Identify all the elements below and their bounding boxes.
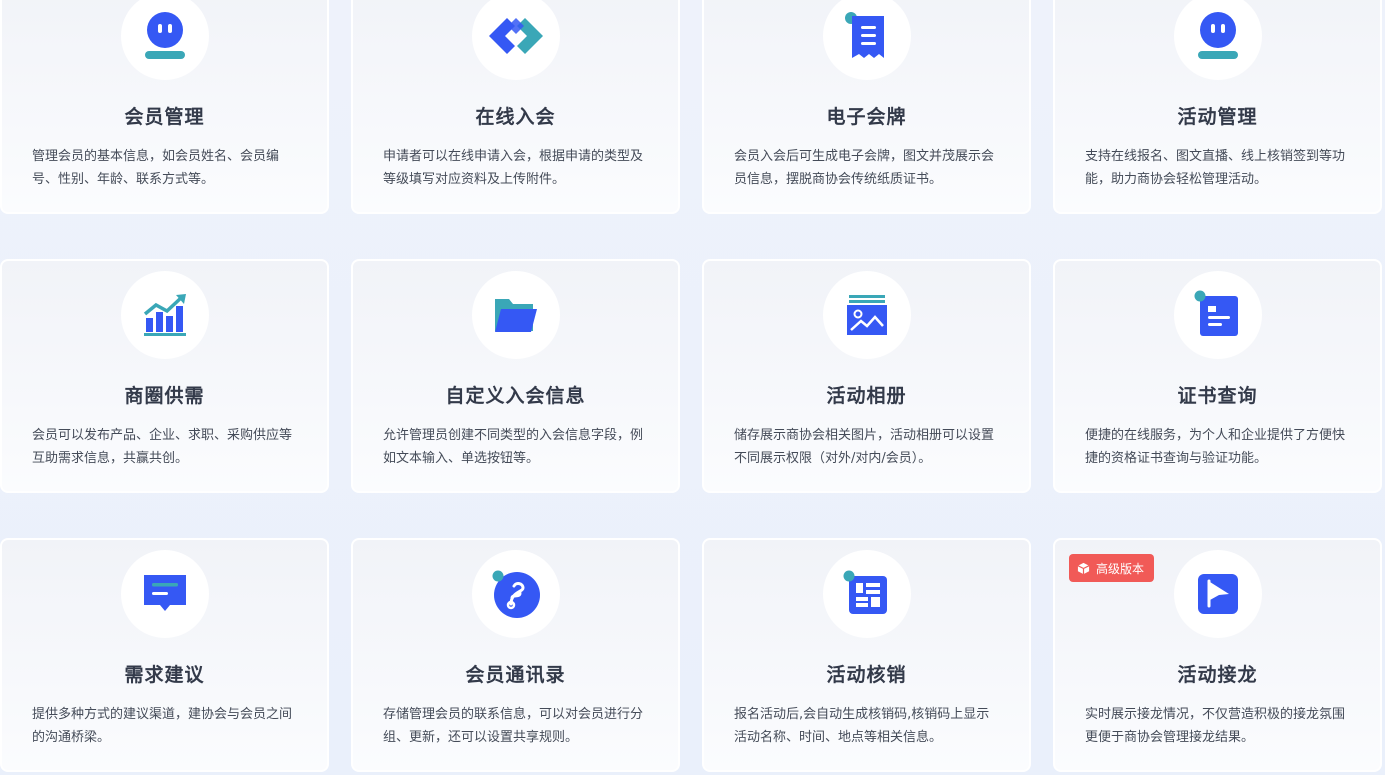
feature-card-member-contacts[interactable]: 会员通讯录 存储管理会员的联系信息，可以对会员进行分组、更新，还可以设置共享规则… — [351, 538, 680, 772]
card-description: 会员入会后可生成电子会牌，图文并茂展示会员信息，摆脱商协会传统纸质证书。 — [734, 149, 995, 187]
feature-card-custom-join-info[interactable]: 自定义入会信息 允许管理员创建不同类型的入会信息字段，例如文本输入、单选按钮等。 — [351, 259, 680, 493]
card-title: 活动核销 — [826, 664, 907, 686]
card-title: 自定义入会信息 — [445, 385, 586, 407]
feature-grid: 会员管理 管理会员的基本信息，如会员姓名、会员编号、性别、年龄、联系方式等。 在… — [0, 0, 1382, 772]
card-title: 活动接龙 — [1177, 664, 1258, 686]
contacts-icon — [492, 570, 540, 618]
feature-card-activity-management[interactable]: 活动管理 支持在线报名、图文直播、线上核销签到等功能，助力商协会轻松管理活动。 — [1053, 0, 1382, 214]
icon-circle — [822, 550, 911, 638]
card-description: 管理会员的基本信息，如会员姓名、会员编号、性别、年龄、联系方式等。 — [32, 149, 280, 187]
flag-icon — [1197, 574, 1238, 614]
card-description: 支持在线报名、图文直播、线上核销签到等功能，助力商协会轻松管理活动。 — [1085, 149, 1346, 187]
card-title: 在线入会 — [475, 106, 556, 128]
premium-badge: 高级版本 — [1069, 554, 1155, 582]
icon-circle — [120, 0, 209, 80]
feature-card-activity-album[interactable]: 活动相册 储存展示商协会相关图片，活动相册可以设置不同展示权限（对外/对内/会员… — [702, 259, 1031, 493]
activity-face-icon — [1197, 12, 1238, 59]
card-description: 便捷的在线服务，为个人和企业提供了方便快捷的资格证书查询与验证功能。 — [1085, 428, 1346, 466]
feature-card-supply-demand[interactable]: 商圈供需 会员可以发布产品、企业、求职、采购供应等互助需求信息，共赢共创。 — [0, 259, 329, 493]
growth-chart-icon — [143, 294, 186, 336]
icon-circle — [471, 0, 560, 80]
feature-card-e-badge[interactable]: 电子会牌 会员入会后可生成电子会牌，图文并茂展示会员信息，摆脱商协会传统纸质证书… — [702, 0, 1031, 214]
link-chain-icon — [488, 18, 543, 54]
cube-icon — [1077, 562, 1090, 574]
icon-circle — [1173, 550, 1262, 638]
card-description: 申请者可以在线申请入会，根据申请的类型及等级填写对应资料及上传附件。 — [383, 149, 644, 187]
card-title: 证书查询 — [1177, 385, 1258, 407]
photo-album-icon — [846, 295, 887, 335]
feature-card-activity-verification[interactable]: 活动核销 报名活动后,会自动生成核销码,核销码上显示活动名称、时间、地点等相关信… — [702, 538, 1031, 772]
certificate-icon — [1194, 290, 1238, 336]
card-title: 需求建议 — [124, 664, 205, 686]
card-title: 会员管理 — [124, 106, 205, 128]
feature-card-activity-relay[interactable]: 高级版本 活动接龙 实时展示接龙情况，不仅营造积极的接龙氛围更便于商协会管理接龙… — [1053, 538, 1382, 772]
card-title: 活动管理 — [1177, 106, 1258, 128]
icon-circle — [1173, 0, 1262, 80]
card-description: 会员可以发布产品、企业、求职、采购供应等互助需求信息，共赢共创。 — [32, 428, 293, 466]
receipt-icon — [844, 12, 884, 58]
verify-code-icon — [843, 570, 887, 614]
card-description: 存储管理会员的联系信息，可以对会员进行分组、更新，还可以设置共享规则。 — [383, 707, 644, 745]
icon-circle — [120, 550, 209, 638]
card-title: 活动相册 — [826, 385, 907, 407]
card-title: 商圈供需 — [124, 385, 205, 407]
feature-card-suggestions[interactable]: 需求建议 提供多种方式的建议渠道，建协会与会员之间的沟通桥梁。 — [0, 538, 329, 772]
folder-icon — [494, 299, 537, 332]
card-description: 允许管理员创建不同类型的入会信息字段，例如文本输入、单选按钮等。 — [383, 428, 644, 466]
feature-card-certificate-query[interactable]: 证书查询 便捷的在线服务，为个人和企业提供了方便快捷的资格证书查询与验证功能。 — [1053, 259, 1382, 493]
icon-circle — [822, 271, 911, 359]
message-icon — [143, 575, 186, 611]
icon-circle — [471, 271, 560, 359]
premium-badge-label: 高级版本 — [1096, 561, 1145, 576]
icon-circle — [822, 0, 911, 80]
card-description: 实时展示接龙情况，不仅营造积极的接龙氛围更便于商协会管理接龙结果。 — [1085, 707, 1346, 745]
icon-circle — [1173, 271, 1262, 359]
card-title: 会员通讯录 — [465, 664, 566, 686]
member-face-icon — [144, 12, 185, 59]
card-title: 电子会牌 — [826, 106, 907, 128]
icon-circle — [120, 271, 209, 359]
card-description: 储存展示商协会相关图片，活动相册可以设置不同展示权限（对外/对内/会员）。 — [734, 428, 995, 466]
icon-circle — [471, 550, 560, 638]
feature-card-member-management[interactable]: 会员管理 管理会员的基本信息，如会员姓名、会员编号、性别、年龄、联系方式等。 — [0, 0, 329, 214]
card-description: 报名活动后,会自动生成核销码,核销码上显示活动名称、时间、地点等相关信息。 — [734, 707, 990, 745]
feature-card-online-join[interactable]: 在线入会 申请者可以在线申请入会，根据申请的类型及等级填写对应资料及上传附件。 — [351, 0, 680, 214]
card-description: 提供多种方式的建议渠道，建协会与会员之间的沟通桥梁。 — [32, 707, 293, 745]
